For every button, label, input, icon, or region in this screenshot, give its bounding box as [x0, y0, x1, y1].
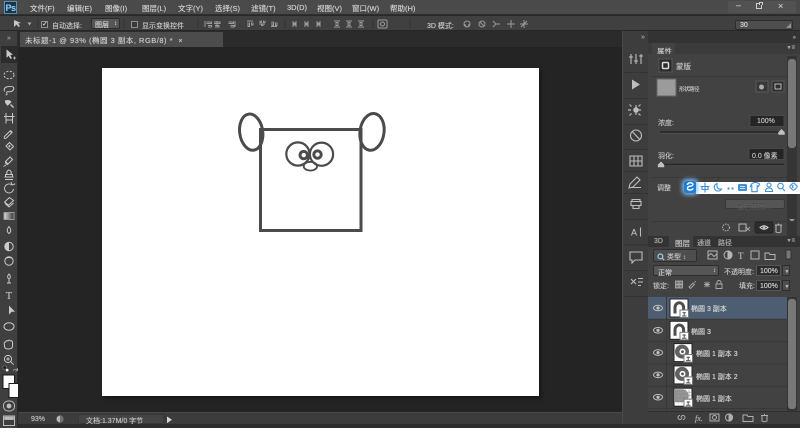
- svg-text:fx.: fx.: [695, 414, 703, 423]
- svg-text:T: T: [6, 291, 13, 302]
- svg-text:»: »: [7, 35, 11, 42]
- svg-text:A: A: [631, 228, 637, 238]
- svg-text:T: T: [738, 251, 744, 261]
- svg-text:»: »: [641, 34, 645, 41]
